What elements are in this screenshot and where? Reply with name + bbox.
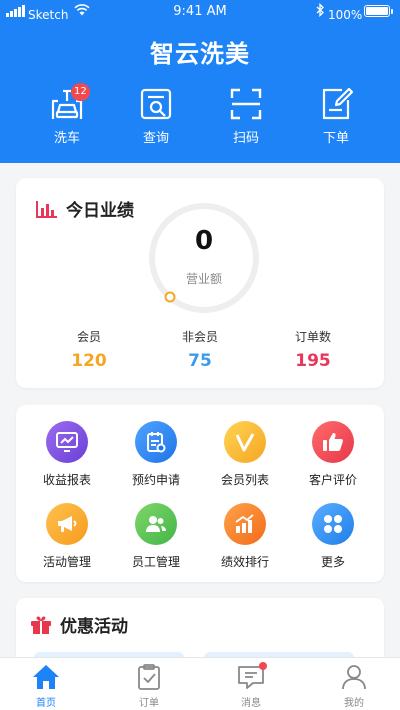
profile-icon	[342, 665, 366, 690]
stat-value: 195	[295, 351, 331, 371]
menu-label: 预约申请	[131, 473, 180, 487]
bottom-tab-bar: 首页 订单 消息 我的	[0, 657, 400, 710]
tab-messages[interactable]: 消息	[211, 662, 291, 709]
feature-grid-card: 收益报表 预约申请 会员列表 客户评价 活动管理 员工管理 绩效排行 更多	[16, 405, 384, 582]
menu-activity-management[interactable]: 活动管理	[27, 503, 107, 570]
today-title-text: 今日业绩	[66, 201, 134, 221]
staff-icon	[135, 503, 177, 545]
stat-order-count: 订单数 195	[268, 328, 358, 371]
wash-badge: 12	[71, 83, 90, 101]
promotions-title: 优惠活动	[30, 612, 128, 637]
edit-order-icon	[322, 87, 354, 120]
tab-home[interactable]: 首页	[6, 663, 86, 709]
scan-icon	[230, 88, 262, 120]
quick-action-label: 扫码	[232, 131, 259, 146]
quick-action-label: 洗车	[53, 131, 80, 146]
revenue-progress-marker	[164, 291, 176, 303]
stat-value: 120	[71, 351, 107, 371]
chart-icon	[46, 421, 88, 463]
bluetooth-icon	[316, 3, 324, 17]
bar-chart-icon	[36, 200, 57, 218]
quick-action-order[interactable]: 下单	[296, 86, 376, 146]
quick-action-scan[interactable]: 扫码	[206, 86, 286, 146]
menu-revenue-report[interactable]: 收益报表	[27, 421, 107, 488]
tab-label: 消息	[241, 698, 261, 709]
app-header: Sketch 9:41 AM 100% 智云洗美 12 洗车 查询 扫码 下单	[0, 0, 400, 163]
tab-orders[interactable]: 订单	[109, 663, 189, 709]
more-icon	[312, 503, 354, 545]
stat-label: 会员	[76, 330, 101, 344]
vip-icon	[224, 421, 266, 463]
menu-label: 会员列表	[220, 473, 269, 487]
quick-action-query[interactable]: 查询	[116, 86, 196, 146]
message-unread-dot	[259, 662, 267, 670]
quick-action-label: 下单	[322, 131, 349, 146]
revenue-label: 营业额	[185, 272, 222, 286]
menu-more[interactable]: 更多	[293, 503, 373, 570]
quick-action-label: 查询	[142, 131, 169, 146]
menu-label: 客户评价	[308, 473, 357, 487]
promotions-title-text: 优惠活动	[60, 617, 128, 637]
megaphone-icon	[46, 503, 88, 545]
quick-action-wash[interactable]: 12 洗车	[27, 83, 107, 146]
revenue-value: 0	[194, 226, 214, 256]
tab-profile[interactable]: 我的	[314, 663, 394, 709]
menu-staff-management[interactable]: 员工管理	[116, 503, 196, 570]
menu-label: 绩效排行	[220, 555, 269, 569]
status-bar: Sketch 9:41 AM 100%	[0, 0, 400, 22]
order-icon	[138, 664, 160, 690]
battery-label: 100%	[328, 8, 363, 22]
menu-performance-ranking[interactable]: 绩效排行	[205, 503, 285, 570]
tab-label: 首页	[36, 698, 56, 709]
stat-label: 订单数	[294, 330, 331, 344]
today-performance-card: 今日业绩 0 营业额 会员 120 非会员 75 订单数 195	[16, 178, 384, 388]
menu-member-list[interactable]: 会员列表	[205, 421, 285, 488]
tab-label: 订单	[139, 698, 159, 709]
performance-icon	[224, 503, 266, 545]
menu-appointment[interactable]: 预约申请	[116, 421, 196, 488]
menu-label: 活动管理	[42, 555, 91, 569]
stat-member: 会员 120	[44, 328, 134, 371]
menu-label: 员工管理	[131, 555, 180, 569]
tab-label: 我的	[344, 698, 364, 709]
today-title: 今日业绩	[36, 196, 134, 221]
stat-label: 非会员	[181, 330, 218, 344]
search-document-icon	[140, 88, 172, 120]
revenue-ring	[149, 203, 259, 313]
stat-non-member: 非会员 75	[155, 328, 245, 371]
thumbs-up-icon	[312, 421, 354, 463]
menu-customer-review[interactable]: 客户评价	[293, 421, 373, 488]
menu-label: 更多	[320, 555, 345, 569]
menu-label: 收益报表	[42, 473, 91, 487]
appointment-icon	[135, 421, 177, 463]
stat-value: 75	[188, 351, 212, 371]
app-title: 智云洗美	[150, 40, 250, 68]
battery-icon	[364, 5, 393, 17]
home-icon	[33, 665, 59, 689]
gift-icon	[31, 615, 51, 634]
